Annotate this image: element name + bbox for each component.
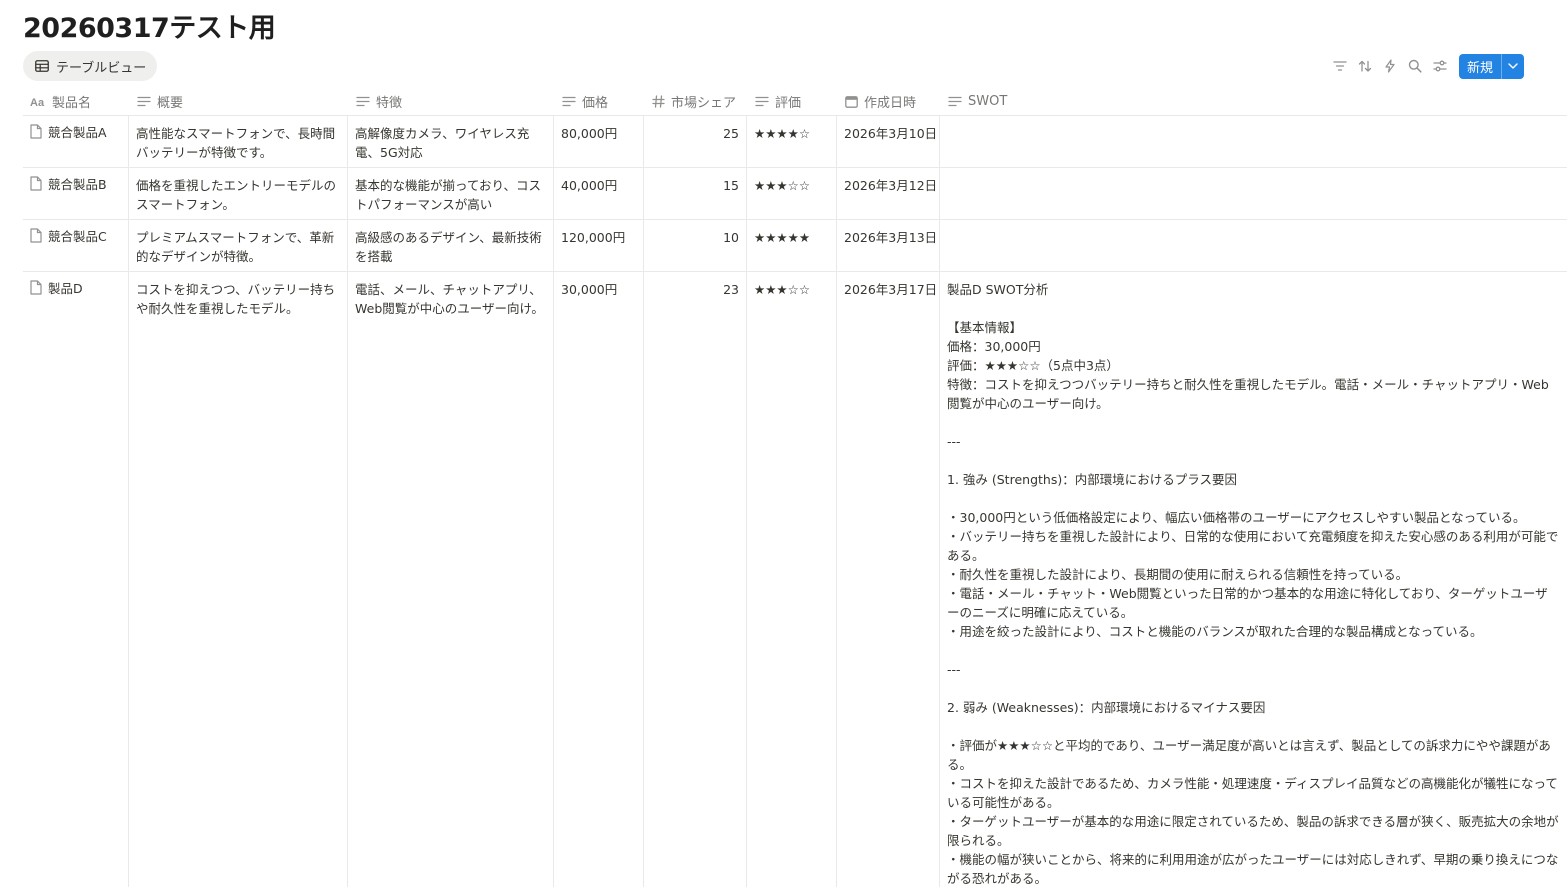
column-header-summary[interactable]: 概要 xyxy=(129,88,348,115)
table-row[interactable]: 競合製品B 価格を重視したエントリーモデルのスマートフォン。 基本的な機能が揃っ… xyxy=(23,168,1567,220)
number-icon xyxy=(652,95,665,108)
column-header-price[interactable]: 価格 xyxy=(554,88,644,115)
row-rating[interactable]: ★★★☆☆ xyxy=(747,168,837,219)
database-toolbar: 新規 xyxy=(1328,53,1524,79)
row-name-cell[interactable]: 競合製品A xyxy=(23,116,129,167)
row-name: 競合製品A xyxy=(48,125,107,140)
row-name-cell[interactable]: 競合製品C xyxy=(23,220,129,271)
row-created[interactable]: 2026年3月12日 xyxy=(837,168,940,219)
title-icon: Aa xyxy=(30,97,45,107)
page-icon xyxy=(30,124,42,139)
text-icon xyxy=(755,96,769,107)
tab-table-view[interactable]: テーブルビュー xyxy=(23,51,158,81)
column-header-name[interactable]: Aa 製品名 xyxy=(23,88,129,115)
search-icon[interactable] xyxy=(1403,53,1428,79)
page-title: 20260317テスト用 xyxy=(23,13,276,44)
row-feature[interactable]: 高解像度カメラ、ワイヤレス充電、5G対応 xyxy=(348,116,554,167)
row-price[interactable]: 80,000円 xyxy=(554,116,644,167)
row-feature[interactable]: 高級感のあるデザイン、最新技術を搭載 xyxy=(348,220,554,271)
column-header-created[interactable]: 作成日時 xyxy=(837,88,940,115)
row-price[interactable]: 30,000円 xyxy=(554,272,644,892)
row-name: 競合製品B xyxy=(48,177,107,192)
row-name-cell[interactable]: 製品D xyxy=(23,272,129,892)
row-summary[interactable]: 高性能なスマートフォンで、長時間バッテリーが特徴です。 xyxy=(129,116,348,167)
table-row[interactable]: 競合製品A 高性能なスマートフォンで、長時間バッテリーが特徴です。 高解像度カメ… xyxy=(23,116,1567,168)
automation-icon[interactable] xyxy=(1378,53,1403,79)
row-share[interactable]: 10 xyxy=(644,220,747,271)
row-rating[interactable]: ★★★★★ xyxy=(747,220,837,271)
table-row[interactable]: 競合製品C プレミアムスマートフォンで、革新的なデザインが特徴。 高級感のあるデ… xyxy=(23,220,1567,272)
row-summary[interactable]: 価格を重視したエントリーモデルのスマートフォン。 xyxy=(129,168,348,219)
page-icon xyxy=(30,228,42,243)
text-icon xyxy=(356,96,370,107)
row-share[interactable]: 15 xyxy=(644,168,747,219)
row-summary[interactable]: コストを抑えつつ、バッテリー持ちや耐久性を重視したモデル。 xyxy=(129,272,348,892)
row-rating[interactable]: ★★★☆☆ xyxy=(747,272,837,892)
row-created[interactable]: 2026年3月13日 xyxy=(837,220,940,271)
table-row[interactable]: 製品D コストを抑えつつ、バッテリー持ちや耐久性を重視したモデル。 電話、メール… xyxy=(23,272,1567,892)
row-share[interactable]: 25 xyxy=(644,116,747,167)
row-swot[interactable]: 製品D SWOT分析 【基本情報】 価格：30,000円 評価：★★★☆☆（5点… xyxy=(940,272,1567,892)
chevron-down-icon[interactable] xyxy=(1501,53,1524,79)
row-feature[interactable]: 電話、メール、チャットアプリ、Web閲覧が中心のユーザー向け。 xyxy=(348,272,554,892)
table-icon xyxy=(35,60,49,72)
page-icon xyxy=(30,280,42,295)
text-icon xyxy=(948,96,962,107)
svg-text:Aa: Aa xyxy=(30,97,45,107)
row-created[interactable]: 2026年3月17日 xyxy=(837,272,940,892)
row-price[interactable]: 120,000円 xyxy=(554,220,644,271)
row-name-cell[interactable]: 競合製品B xyxy=(23,168,129,219)
row-swot[interactable] xyxy=(940,220,1567,271)
row-swot[interactable] xyxy=(940,168,1567,219)
row-price[interactable]: 40,000円 xyxy=(554,168,644,219)
new-button-label[interactable]: 新規 xyxy=(1459,54,1501,79)
row-share[interactable]: 23 xyxy=(644,272,747,892)
filter-icon[interactable] xyxy=(1328,53,1353,79)
settings-icon[interactable] xyxy=(1428,53,1453,79)
row-swot[interactable] xyxy=(940,116,1567,167)
new-button[interactable]: 新規 xyxy=(1458,53,1524,79)
row-feature[interactable]: 基本的な機能が揃っており、コストパフォーマンスが高い xyxy=(348,168,554,219)
column-header-feature[interactable]: 特徴 xyxy=(348,88,554,115)
column-header-swot[interactable]: SWOT xyxy=(940,88,1567,115)
column-header-share[interactable]: 市場シェア xyxy=(644,88,747,115)
table-header: Aa 製品名 概要 特徴 価格 市場シェア 評価 作成日時 SWOT xyxy=(23,88,1567,116)
calendar-icon xyxy=(845,96,858,108)
row-name: 競合製品C xyxy=(48,229,107,244)
column-header-rating[interactable]: 評価 xyxy=(747,88,837,115)
page-icon xyxy=(30,176,42,191)
row-name: 製品D xyxy=(48,281,83,296)
row-created[interactable]: 2026年3月10日 xyxy=(837,116,940,167)
text-icon xyxy=(137,96,151,107)
row-rating[interactable]: ★★★★☆ xyxy=(747,116,837,167)
sort-icon[interactable] xyxy=(1353,53,1378,79)
view-tab-label: テーブルビュー xyxy=(56,60,147,76)
text-icon xyxy=(562,96,576,107)
row-summary[interactable]: プレミアムスマートフォンで、革新的なデザインが特徴。 xyxy=(129,220,348,271)
table-body: 競合製品A 高性能なスマートフォンで、長時間バッテリーが特徴です。 高解像度カメ… xyxy=(23,116,1567,887)
